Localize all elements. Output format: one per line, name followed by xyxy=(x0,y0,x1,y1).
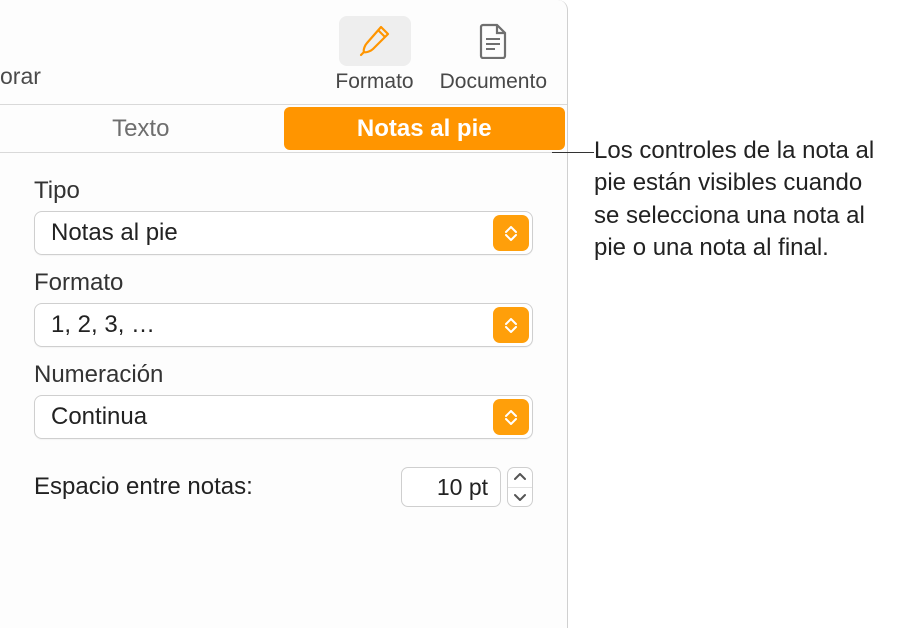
toolbar: orar Formato Docume xyxy=(0,0,567,105)
stepper-down-button[interactable] xyxy=(508,488,532,507)
popup-tipo-value: Notas al pie xyxy=(35,219,490,247)
tab-texto[interactable]: Texto xyxy=(0,105,282,152)
toolbar-item-documento[interactable]: Documento xyxy=(440,16,547,94)
field-tipo: Tipo Notas al pie xyxy=(34,177,533,255)
stepper-arrows xyxy=(507,467,533,507)
field-formato: Formato 1, 2, 3, … xyxy=(34,269,533,347)
format-panel: orar Formato Docume xyxy=(0,0,568,628)
toolbar-item-formato[interactable]: Formato xyxy=(335,16,413,94)
toolbar-item-label: Documento xyxy=(440,70,547,94)
inspector-tabs: Texto Notas al pie xyxy=(0,105,567,153)
popup-numeracion-value: Continua xyxy=(35,403,490,431)
label-tipo: Tipo xyxy=(34,177,533,205)
toolbar-item-label: Formato xyxy=(335,70,413,94)
stepper-up-button[interactable] xyxy=(508,468,532,488)
callout-text: Los controles de la nota al pie están vi… xyxy=(594,135,894,265)
label-numeracion: Numeración xyxy=(34,361,533,389)
format-brush-icon xyxy=(339,16,411,66)
popup-formato[interactable]: 1, 2, 3, … xyxy=(34,303,533,347)
label-formato: Formato xyxy=(34,269,533,297)
toolbar-left-fragment: orar xyxy=(0,63,41,90)
document-icon xyxy=(457,16,529,66)
stepper-value[interactable]: 10 pt xyxy=(401,467,501,507)
popup-arrows-icon xyxy=(493,399,529,435)
chevron-down-icon xyxy=(514,493,526,501)
label-espacio: Espacio entre notas: xyxy=(34,473,253,501)
callout-leader-line xyxy=(552,152,594,153)
popup-arrows-icon xyxy=(493,215,529,251)
field-espacio: Espacio entre notas: 10 pt xyxy=(34,467,533,507)
field-numeracion: Numeración Continua xyxy=(34,361,533,439)
chevron-up-icon xyxy=(514,473,526,481)
tab-notas-al-pie[interactable]: Notas al pie xyxy=(284,107,566,150)
popup-arrows-icon xyxy=(493,307,529,343)
footnote-controls: Tipo Notas al pie Formato 1, 2, 3, … Num… xyxy=(0,153,567,507)
popup-numeracion[interactable]: Continua xyxy=(34,395,533,439)
popup-formato-value: 1, 2, 3, … xyxy=(35,311,490,339)
stepper-espacio: 10 pt xyxy=(401,467,533,507)
popup-tipo[interactable]: Notas al pie xyxy=(34,211,533,255)
